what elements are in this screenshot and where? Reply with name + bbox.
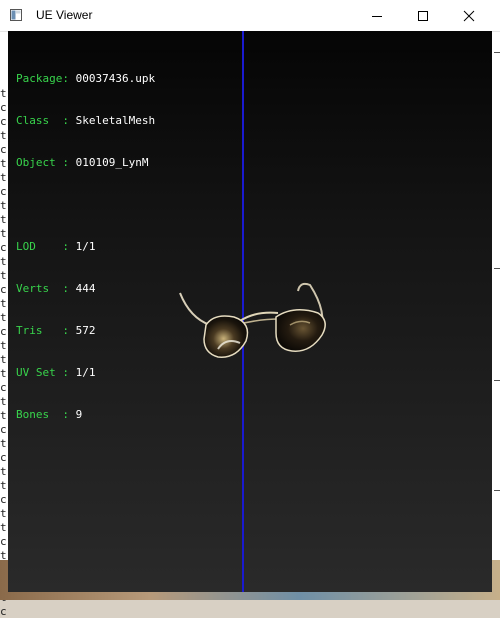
window-title: UE Viewer	[36, 8, 93, 22]
info-row-tris: Tris : 572	[16, 324, 96, 337]
info-label: Package	[16, 72, 63, 85]
info-label: Object	[16, 156, 63, 169]
info-row-object: Object : 010109_LynM	[16, 156, 149, 169]
info-label: Tris	[16, 324, 63, 337]
info-label: Class	[16, 114, 63, 127]
ue-viewer-window: UE Viewer Package: 00037436.upk Class : …	[0, 0, 500, 600]
3d-viewport[interactable]: Package: 00037436.upk Class : SkeletalMe…	[8, 31, 492, 592]
info-value: 010109_LynM	[75, 156, 149, 169]
info-value: 444	[75, 282, 96, 295]
info-value: 1/1	[75, 240, 96, 253]
info-value: SkeletalMesh	[75, 114, 156, 127]
info-value: 00037436.upk	[75, 72, 156, 85]
info-row-class: Class : SkeletalMesh	[16, 114, 156, 127]
maximize-button[interactable]	[400, 0, 446, 31]
info-label: Verts	[16, 282, 63, 295]
info-row-package: Package: 00037436.upk	[16, 72, 156, 85]
close-button[interactable]	[446, 0, 492, 31]
info-label: Bones	[16, 408, 63, 421]
title-bar[interactable]: UE Viewer	[0, 0, 500, 32]
mesh-info-overlay: Package: 00037436.upk Class : SkeletalMe…	[16, 44, 155, 450]
app-icon	[10, 9, 22, 21]
minimize-button[interactable]	[354, 0, 400, 31]
background-text-char: c	[0, 605, 7, 618]
info-value: 9	[75, 408, 83, 421]
info-spacer	[16, 198, 155, 212]
info-row-lod: LOD : 1/1	[16, 240, 96, 253]
info-value: 1/1	[75, 366, 96, 379]
info-label: UV Set	[16, 366, 63, 379]
info-row-bones: Bones : 9	[16, 408, 83, 421]
sunglasses-mesh	[179, 282, 326, 358]
info-row-uvset: UV Set : 1/1	[16, 366, 96, 379]
close-icon	[463, 10, 475, 21]
maximize-icon	[418, 10, 428, 21]
info-row-verts: Verts : 444	[16, 282, 96, 295]
info-value: 572	[75, 324, 96, 337]
info-label: LOD	[16, 240, 63, 253]
minimize-icon	[372, 15, 382, 17]
